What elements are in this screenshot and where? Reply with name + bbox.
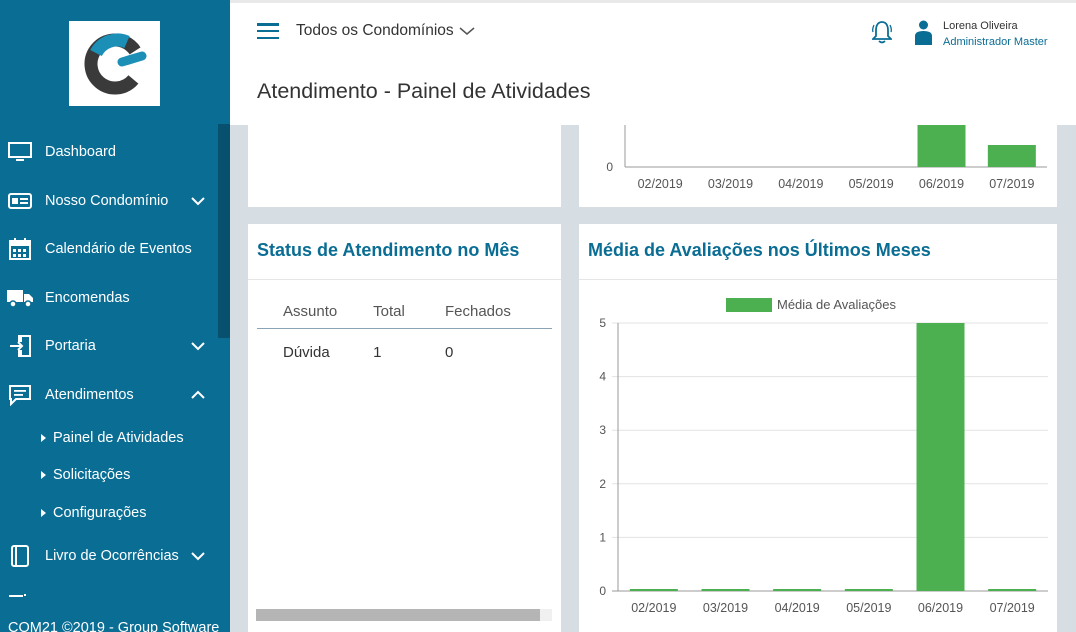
table-row[interactable]: Dúvida 1 0 <box>257 328 552 376</box>
sidebar-nav: Dashboard Nosso Condomínio Calendário de… <box>0 128 230 580</box>
y-tick-label: 0 <box>606 160 613 174</box>
sidebar-subitem-label: Solicitações <box>53 467 131 484</box>
sidebar-item-label: Livro de Ocorrências <box>45 547 179 564</box>
chevron-down-icon <box>191 197 205 206</box>
chevron-down-icon <box>191 342 205 351</box>
y-tick-label: 2 <box>599 477 606 491</box>
chevron-down-icon <box>459 27 475 35</box>
table-cell: Dúvida <box>283 343 330 361</box>
x-tick-label: 04/2019 <box>775 601 820 615</box>
y-tick-label: 4 <box>599 370 606 384</box>
horizontal-scrollbar[interactable] <box>256 609 552 621</box>
sidebar-subitem-painel-de-atividades[interactable]: Painel de Atividades <box>0 419 230 457</box>
sidebar-item-dashboard[interactable]: Dashboard <box>0 128 230 177</box>
sidebar-item-label: Portaria <box>45 338 96 355</box>
bell-icon[interactable] <box>872 20 892 44</box>
door-enter-icon <box>7 335 33 358</box>
sidebar-item-label: Dashboard <box>45 144 116 161</box>
sidebar-subitem-label: Configurações <box>53 504 147 521</box>
sidebar-item-atendimentos[interactable]: Atendimentos <box>0 371 230 420</box>
x-tick-label: 07/2019 <box>989 177 1034 191</box>
bar <box>629 589 678 591</box>
bar <box>987 145 1036 167</box>
user-role: Administrador Master <box>943 36 1048 48</box>
status-table: Assunto Total Fechados Dúvida 1 0 <box>257 296 552 376</box>
x-tick-label: 07/2019 <box>990 601 1035 615</box>
logo[interactable] <box>69 21 160 106</box>
caret-right-icon <box>41 471 46 480</box>
rating-chart: Média de Avaliações 0 1 2 3 4 5 02/2019 03/2019 0… <box>599 297 1048 615</box>
logo-icon <box>84 33 146 94</box>
x-tick-label: 06/2019 <box>918 601 963 615</box>
header: Todos os Condomínios Lorena Oliveira Adm… <box>230 3 1076 125</box>
status-card: Status de Atendimento no Mês Assunto Tot… <box>248 224 561 632</box>
y-tick-label: 0 <box>599 584 606 598</box>
rating-card-title: Média de Avaliações nos Últimos Meses <box>588 240 931 260</box>
card-top-left <box>248 125 561 207</box>
table-cell: 0 <box>444 343 454 361</box>
column-header-total[interactable]: Total <box>373 296 419 328</box>
sidebar-footer: COM21 ©2019 - Group Software <box>8 620 220 632</box>
menu-toggle-button[interactable] <box>257 23 279 40</box>
condominio-select-value: Todos os Condomínios <box>296 22 454 39</box>
chevron-up-icon <box>191 390 205 399</box>
y-tick-label: 3 <box>599 423 606 437</box>
legend-label: Média de Avaliações <box>777 297 897 312</box>
bar <box>701 589 750 591</box>
x-tick-label: 05/2019 <box>846 601 891 615</box>
sidebar-item-label: Nosso Condomínio <box>45 192 169 209</box>
x-tick-label: 06/2019 <box>919 177 964 191</box>
y-tick-label: 1 <box>599 530 606 544</box>
scrollbar-thumb[interactable] <box>256 609 540 621</box>
sidebar-subitem-solicitacoes[interactable]: Solicitações <box>0 457 230 495</box>
bar <box>916 323 965 591</box>
bar <box>773 589 822 591</box>
condominio-select[interactable]: Todos os Condomínios <box>296 22 475 40</box>
user-icon[interactable] <box>915 20 932 45</box>
sidebar-item-nosso-condominio[interactable]: Nosso Condomínio <box>0 177 230 226</box>
sidebar-item-portaria[interactable]: Portaria <box>0 322 230 371</box>
status-card-title: Status de Atendimento no Mês <box>257 240 520 260</box>
x-tick-label: 03/2019 <box>703 601 748 615</box>
x-tick-label: 03/2019 <box>708 177 753 191</box>
caret-right-icon <box>41 508 46 517</box>
sidebar-item-label: Calendário de Eventos <box>45 241 192 258</box>
x-tick-label: 04/2019 <box>778 177 823 191</box>
id-card-icon <box>7 190 33 212</box>
user-name[interactable]: Lorena Oliveira <box>943 20 1018 32</box>
chart-top: 0 02/2019 03/2019 04/2019 05/2019 06/2019 07/2… <box>606 123 1047 191</box>
column-header-assunto[interactable]: Assunto <box>257 296 373 328</box>
x-tick-label: 05/2019 <box>849 177 894 191</box>
sidebar-subitem-configuracoes[interactable]: Configurações <box>0 494 230 532</box>
bar <box>917 123 966 167</box>
sidebar-item-livro-de-ocorrencias[interactable]: Livro de Ocorrências <box>0 532 230 581</box>
sidebar-subitem-label: Painel de Atividades <box>53 429 184 446</box>
sidebar-item-label: Atendimentos <box>45 386 134 403</box>
y-tick-label: 5 <box>599 316 606 330</box>
page-title: Atendimento - Painel de Atividades <box>257 79 591 103</box>
book-icon <box>7 544 33 567</box>
bar <box>988 589 1037 591</box>
monitor-icon <box>7 141 33 163</box>
calendar-icon <box>7 238 33 261</box>
sidebar-item-encomendas[interactable]: Encomendas <box>0 274 230 323</box>
truck-icon <box>7 287 33 309</box>
table-cell: 1 <box>373 343 382 361</box>
legend-swatch <box>726 298 772 312</box>
sidebar: Dashboard Nosso Condomínio Calendário de… <box>0 0 230 632</box>
chat-icon <box>7 384 33 406</box>
sidebar-item-label: Encomendas <box>45 289 130 306</box>
caret-right-icon <box>41 433 46 442</box>
x-tick-label: 02/2019 <box>638 177 683 191</box>
rating-card: Média de Avaliações nos Últimos Meses Mé… <box>579 224 1057 632</box>
column-header-fechados[interactable]: Fechados <box>419 296 552 328</box>
table-header-row: Assunto Total Fechados <box>257 296 552 328</box>
card-divider <box>248 279 561 280</box>
partial-icon <box>9 594 26 597</box>
bar <box>844 589 893 591</box>
x-tick-label: 02/2019 <box>631 601 676 615</box>
card-top-right: 0 02/2019 03/2019 04/2019 05/2019 06/2019 07/2… <box>579 123 1057 207</box>
sidebar-item-calendario[interactable]: Calendário de Eventos <box>0 225 230 274</box>
chevron-down-icon <box>191 552 205 561</box>
